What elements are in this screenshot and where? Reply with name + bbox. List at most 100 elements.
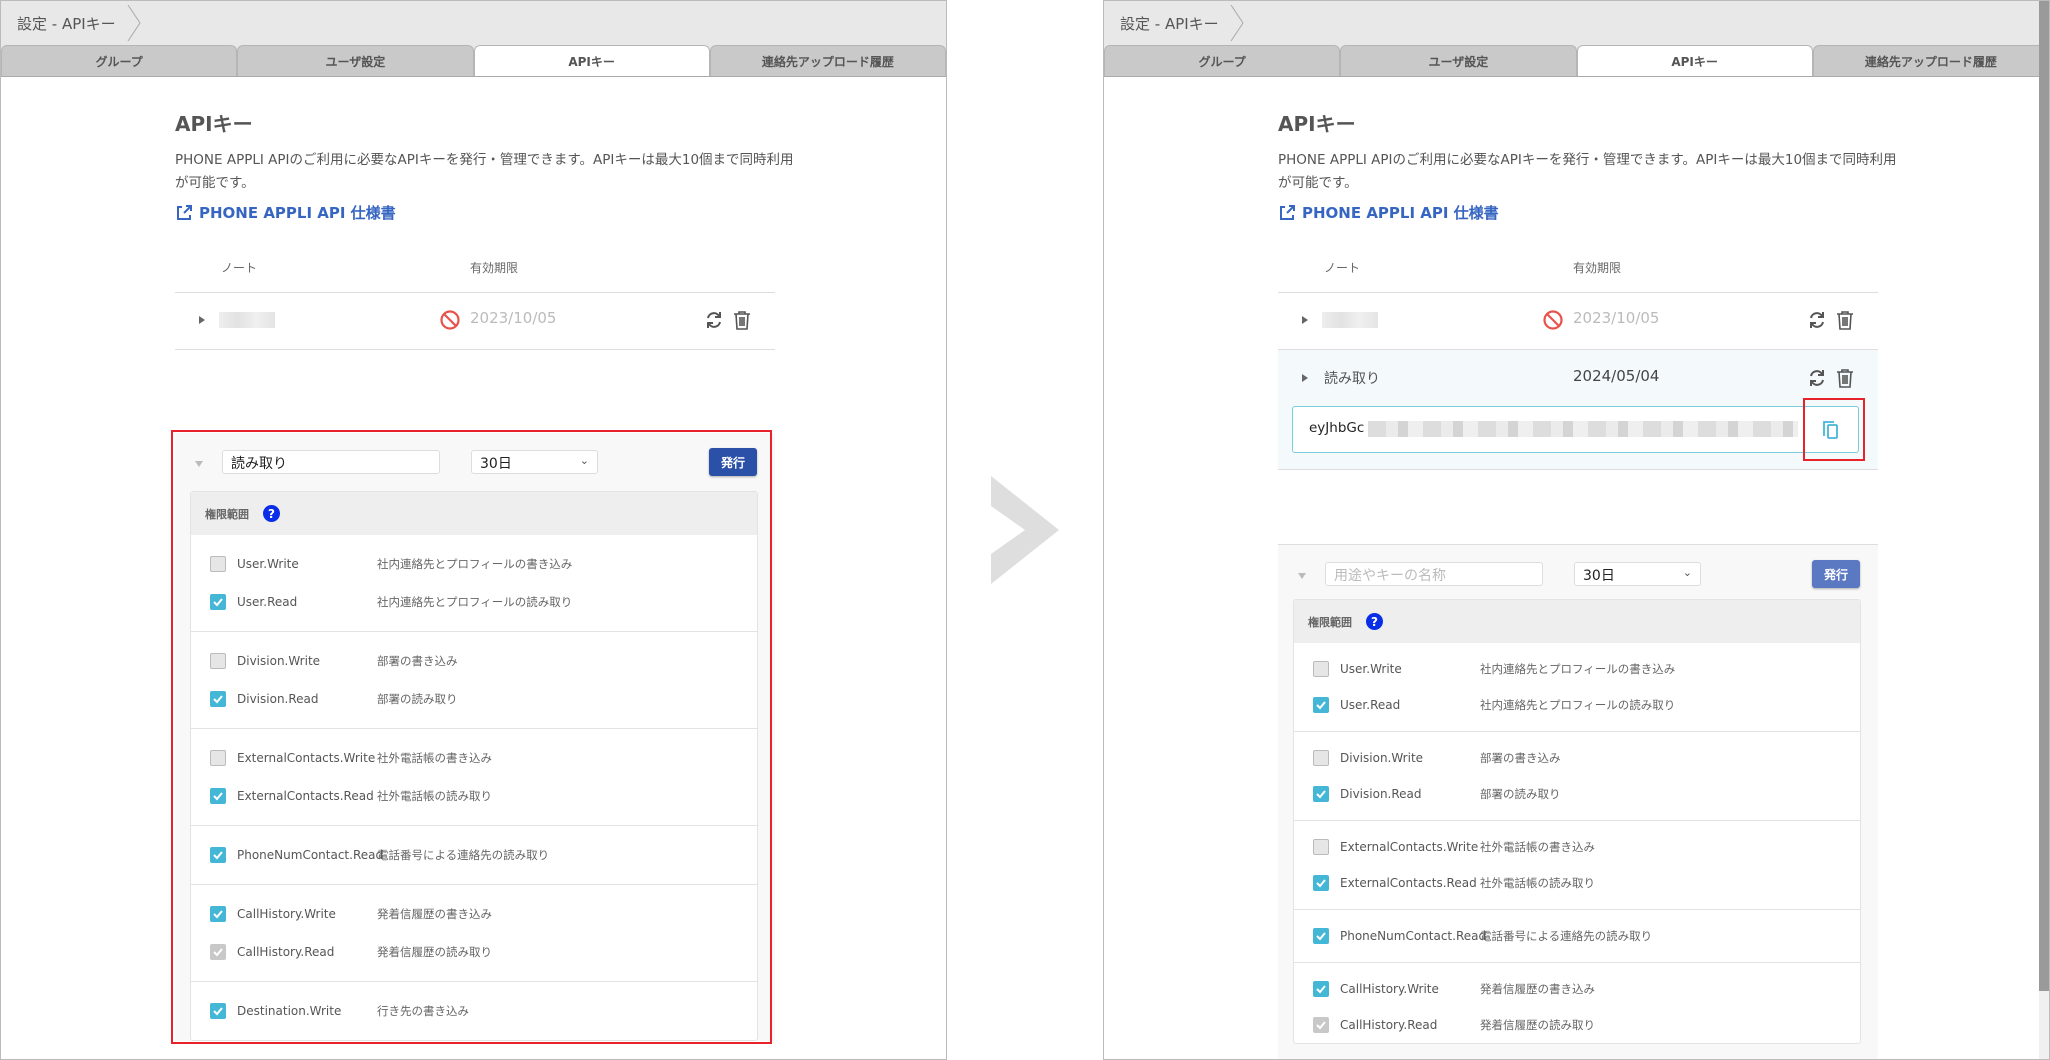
permission-name: PhoneNumContact.Read [1340,929,1487,943]
redacted-note [219,312,275,328]
permission-checkbox[interactable] [1313,697,1329,713]
permission-description: 部署の書き込み [1480,751,1561,765]
permission-description: 社内連絡先とプロフィールの書き込み [1480,662,1676,676]
expired-icon [1543,310,1563,330]
highlight-box [1803,398,1865,461]
permission-scope-box: 権限範囲? User.Write 社内連絡先とプロフィールの書き込み User.… [1293,599,1861,1044]
permission-scope-label: 権限範囲 [1308,615,1352,629]
period-value: 30日 [1583,568,1615,584]
key-expiry: 2023/10/05 [1573,309,1660,327]
tab-api-key[interactable]: APIキー [473,45,710,76]
breadcrumb: 設定 - APIキー [17,15,116,33]
breadcrumb: 設定 - APIキー [1120,15,1219,33]
key-expiry: 2023/10/05 [470,309,557,327]
issue-button[interactable]: 発行 [1812,560,1860,588]
api-key-token-field[interactable]: eyJhbGc [1292,406,1859,453]
tab-contact-upload-history[interactable]: 連絡先アップロード履歴 [1812,45,2049,76]
permission-name: CallHistory.Write [1340,982,1439,996]
page-title: APIキー [1278,112,1356,136]
trash-icon[interactable] [1834,309,1856,331]
permission-row: PhoneNumContact.Read 電話番号による連絡先の読み取り [1294,918,1860,954]
expand-icon[interactable] [1302,374,1308,382]
column-header-expiry: 有効期限 [1573,261,1622,275]
permission-checkbox[interactable] [1313,786,1329,802]
external-link-icon [177,204,192,220]
arrow-right-icon [991,476,1059,584]
api-key-row[interactable]: 読み取り 2024/05/04 [1278,350,1878,406]
permission-row: User.Write 社内連絡先とプロフィールの書き込み [1294,651,1860,687]
collapse-icon[interactable] [1298,573,1306,579]
permission-checkbox [1313,1017,1329,1033]
permission-name: ExternalContacts.Read [1340,876,1477,890]
expand-icon[interactable] [199,316,205,324]
tab-api-key[interactable]: APIキー [1576,45,1813,76]
key-expiry: 2024/05/04 [1573,367,1660,385]
new-key-form: 用途やキーの名称 30日 ⌄ 発行 権限範囲? User.Write 社内連絡先と… [1278,545,1878,1059]
api-spec-link[interactable]: PHONE APPLI API 仕様書 [175,202,396,223]
divider [1278,469,1878,470]
page-title: APIキー [175,112,253,136]
api-spec-link-label: PHONE APPLI API 仕様書 [1302,204,1499,222]
trash-icon[interactable] [731,309,753,331]
key-name-input[interactable]: 用途やキーの名称 [1325,562,1543,586]
regenerate-icon[interactable] [1806,367,1828,389]
permission-name: Division.Write [1340,751,1424,765]
permission-description: 電話番号による連絡先の読み取り [1480,929,1653,943]
tab-user-settings[interactable]: ユーザ設定 [1340,45,1577,76]
breadcrumb-bar: 設定 - APIキー [1,1,946,45]
permission-row: ExternalContacts.Read 社外電話帳の読み取り [1294,865,1860,901]
external-link-icon [1280,204,1295,220]
expand-icon[interactable] [1302,316,1308,324]
column-header-expiry: 有効期限 [470,261,519,275]
permission-description: 発着信履歴の読み取り [1480,1018,1595,1032]
breadcrumb-bar: 設定 - APIキー [1104,1,2049,45]
permission-row: Division.Write 部署の書き込み [1294,740,1860,776]
api-spec-link[interactable]: PHONE APPLI API 仕様書 [1278,202,1499,223]
permission-description: 発着信履歴の書き込み [1480,982,1595,996]
permission-description: 社外電話帳の書き込み [1480,840,1595,854]
period-select[interactable]: 30日 ⌄ [1574,562,1701,586]
permission-checkbox[interactable] [1313,928,1329,944]
trash-icon[interactable] [1834,367,1856,389]
breadcrumb-separator-icon [1230,5,1244,41]
permission-row: User.Read 社内連絡先とプロフィールの読み取り [1294,687,1860,723]
api-key-row[interactable]: 2023/10/05 [175,292,775,348]
help-icon[interactable]: ? [1366,613,1383,630]
key-note: 読み取り [1324,371,1380,387]
permission-checkbox[interactable] [1313,750,1329,766]
token-prefix: eyJhbGc [1309,420,1365,436]
permission-row: ExternalContacts.Write 社外電話帳の書き込み [1294,829,1860,865]
column-header-note: ノート [221,261,258,275]
permission-name: ExternalContacts.Write [1340,840,1479,854]
tab-group[interactable]: グループ [1,45,238,76]
permission-name: User.Read [1340,698,1401,712]
redacted-note [1322,312,1378,328]
permission-checkbox[interactable] [1313,981,1329,997]
expired-icon [440,310,460,330]
panel-after: 設定 - APIキー グループ ユーザ設定 APIキー 連絡先アップロード履歴 … [1103,0,2050,1060]
permission-group: ExternalContacts.Write 社外電話帳の書き込み Extern… [1294,820,1860,909]
permission-name: CallHistory.Read [1340,1018,1438,1032]
permission-checkbox[interactable] [1313,875,1329,891]
api-spec-link-label: PHONE APPLI API 仕様書 [199,204,396,222]
chevron-down-icon: ⌄ [1682,566,1692,579]
tab-contact-upload-history[interactable]: 連絡先アップロード履歴 [709,45,946,76]
tab-bar: グループ ユーザ設定 APIキー 連絡先アップロード履歴 [1,45,946,77]
permission-scope-header: 権限範囲? [1294,600,1860,643]
permission-row: Division.Read 部署の読み取り [1294,776,1860,812]
permission-description: 社外電話帳の読み取り [1480,876,1595,890]
permission-name: User.Write [1340,662,1402,676]
permission-checkbox[interactable] [1313,661,1329,677]
permission-group: CallHistory.Write 発着信履歴の書き込み CallHistory… [1294,962,1860,1043]
scrollbar[interactable] [2039,1,2049,1059]
regenerate-icon[interactable] [1806,309,1828,331]
tab-user-settings[interactable]: ユーザ設定 [237,45,474,76]
permission-checkbox[interactable] [1313,839,1329,855]
permission-group: PhoneNumContact.Read 電話番号による連絡先の読み取り [1294,909,1860,962]
regenerate-icon[interactable] [703,309,725,331]
tab-group[interactable]: グループ [1104,45,1341,76]
scrollbar-thumb[interactable] [2039,1,2049,991]
api-key-row[interactable]: 2023/10/05 [1278,292,1878,348]
tab-bar: グループ ユーザ設定 APIキー 連絡先アップロード履歴 [1104,45,2049,77]
column-header-note: ノート [1324,261,1361,275]
